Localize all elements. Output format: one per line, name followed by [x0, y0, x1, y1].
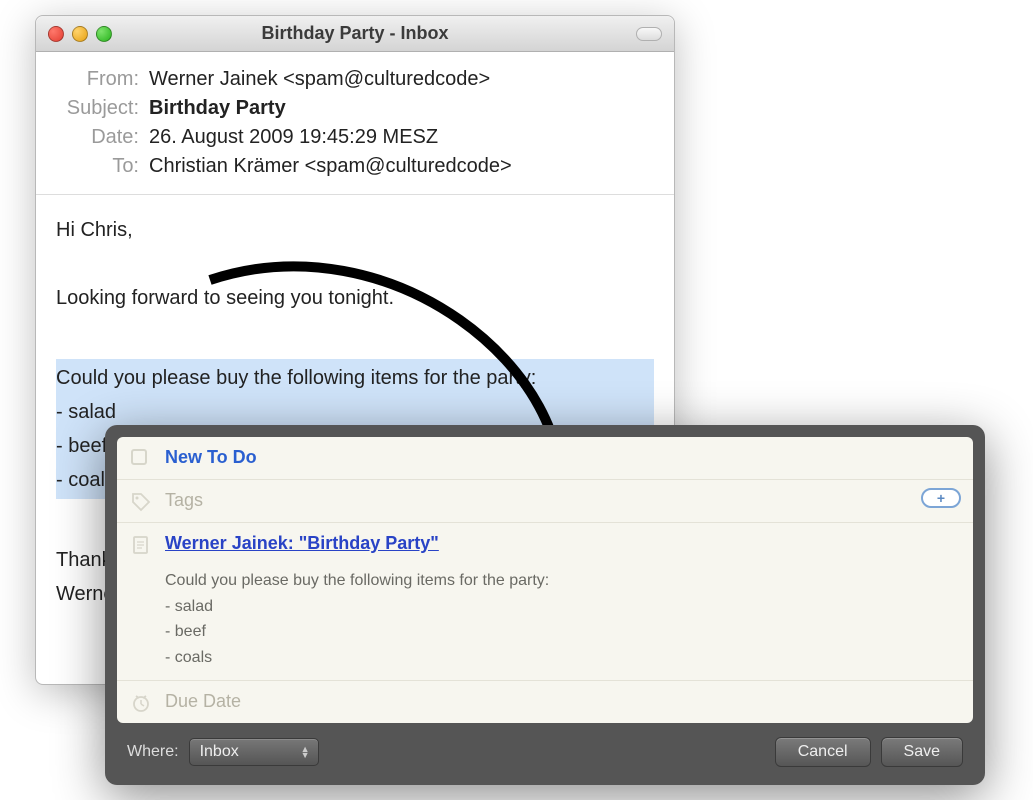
body-greeting: Hi Chris,	[56, 213, 654, 247]
title-row[interactable]: New To Do	[117, 437, 973, 480]
note-item2: - beef	[165, 619, 959, 645]
note-body[interactable]: Could you please buy the following items…	[165, 568, 959, 670]
plus-icon: +	[937, 491, 945, 505]
clock-icon	[131, 693, 151, 713]
subject-label: Subject:	[54, 97, 149, 120]
where-value: Inbox	[200, 743, 239, 760]
select-arrows-icon: ▲▼	[301, 746, 310, 758]
due-date-placeholder: Due Date	[165, 691, 241, 712]
toolbar-pill-button[interactable]	[636, 27, 662, 41]
save-button[interactable]: Save	[881, 737, 963, 767]
header-row-to: To: Christian Krämer <spam@culturedcode>	[54, 155, 656, 178]
header-row-from: From: Werner Jainek <spam@culturedcode>	[54, 68, 656, 91]
note-line1: Could you please buy the following items…	[165, 568, 959, 594]
add-tag-button[interactable]: +	[921, 488, 961, 508]
note-item3: - coals	[165, 645, 959, 671]
todo-title-input[interactable]: New To Do	[165, 447, 257, 468]
tag-icon	[131, 492, 151, 512]
header-row-date: Date: 26. August 2009 19:45:29 MESZ	[54, 126, 656, 149]
quick-entry-content: New To Do Tags +	[117, 437, 973, 723]
email-reference-link[interactable]: Werner Jainek: "Birthday Party"	[165, 533, 439, 553]
dialog-footer: Where: Inbox ▲▼ Cancel Save	[117, 723, 973, 773]
quick-entry-dialog: New To Do Tags +	[105, 425, 985, 785]
due-date-row[interactable]: Due Date	[117, 681, 973, 723]
where-label: Where:	[127, 743, 179, 761]
window-title: Birthday Party - Inbox	[36, 23, 674, 44]
date-value: 26. August 2009 19:45:29 MESZ	[149, 126, 438, 149]
from-label: From:	[54, 68, 149, 91]
selection-line1: Could you please buy the following items…	[56, 367, 536, 389]
email-headers: From: Werner Jainek <spam@culturedcode> …	[36, 52, 674, 195]
where-select[interactable]: Inbox ▲▼	[189, 738, 319, 766]
header-row-subject: Subject: Birthday Party	[54, 97, 656, 120]
window-titlebar: Birthday Party - Inbox	[36, 16, 674, 52]
to-label: To:	[54, 155, 149, 178]
checkbox-icon	[131, 449, 151, 469]
to-value: Christian Krämer <spam@culturedcode>	[149, 155, 512, 178]
cancel-button[interactable]: Cancel	[775, 737, 871, 767]
tags-placeholder: Tags	[165, 490, 203, 511]
tags-row[interactable]: Tags +	[117, 480, 973, 523]
selection-item2: - beef	[56, 435, 107, 457]
from-value: Werner Jainek <spam@culturedcode>	[149, 68, 490, 91]
note-row[interactable]: Werner Jainek: "Birthday Party" Could yo…	[117, 523, 973, 681]
date-label: Date:	[54, 126, 149, 149]
subject-value: Birthday Party	[149, 97, 286, 120]
note-item1: - salad	[165, 594, 959, 620]
note-icon	[131, 535, 151, 555]
selection-item1: - salad	[56, 401, 116, 423]
body-line1: Looking forward to seeing you tonight.	[56, 281, 654, 315]
